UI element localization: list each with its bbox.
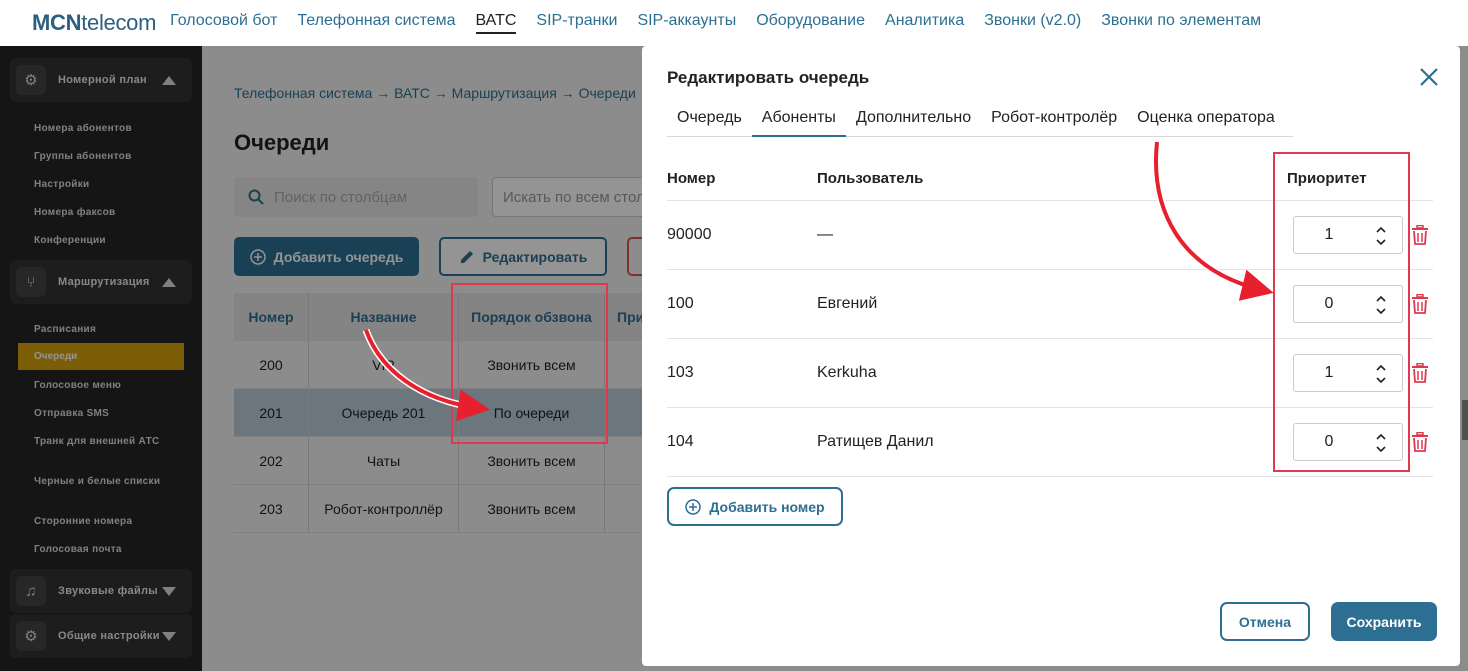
topnav-item-sip-trunks[interactable]: SIP-транки: [536, 12, 617, 34]
top-navigation: MCNtelecom Голосовой бот Телефонная сист…: [0, 0, 1468, 46]
cell-user: Kerkuha: [817, 364, 877, 381]
topnav-item-calls-by-elements[interactable]: Звонки по элементам: [1101, 12, 1261, 34]
topnav-menu: Голосовой бот Телефонная система ВАТС SI…: [170, 12, 1261, 34]
topnav-item-sip-accounts[interactable]: SIP-аккаунты: [637, 12, 736, 34]
brand-light: telecom: [81, 10, 157, 35]
topnav-item-telephony[interactable]: Телефонная система: [297, 12, 455, 34]
tab-robot-controller[interactable]: Робот-контролёр: [981, 103, 1127, 137]
topnav-item-calls-v2[interactable]: Звонки (v2.0): [984, 12, 1081, 34]
plus-circle-icon: [685, 498, 702, 515]
button-label: Добавить номер: [709, 498, 825, 515]
header-user: Пользователь: [817, 170, 924, 187]
cell-number: 103: [667, 364, 694, 381]
dialog-title: Редактировать очередь: [667, 68, 870, 87]
trash-icon[interactable]: [1411, 432, 1429, 452]
topnav-item-equipment[interactable]: Оборудование: [756, 12, 865, 34]
cell-number: 104: [667, 433, 694, 450]
save-button[interactable]: Сохранить: [1331, 602, 1437, 641]
brand-logo[interactable]: MCNtelecom: [32, 10, 156, 36]
cell-user: Евгений: [817, 295, 878, 312]
topnav-item-vats[interactable]: ВАТС: [475, 12, 517, 34]
brand-bold: MCN: [32, 10, 82, 35]
dialog-tabs: Очередь Абоненты Дополнительно Робот-кон…: [667, 103, 1293, 137]
cell-number: 90000: [667, 226, 712, 243]
cell-number: 100: [667, 295, 694, 312]
cell-user: Ратищев Данил: [817, 433, 934, 450]
edit-queue-dialog: Редактировать очередь Очередь Абоненты Д…: [642, 46, 1460, 666]
highlight-box-priority: [1273, 152, 1410, 472]
tab-additional[interactable]: Дополнительно: [846, 103, 981, 137]
header-number: Номер: [667, 170, 716, 187]
tab-operator-rating[interactable]: Оценка оператора: [1127, 103, 1285, 137]
cancel-button[interactable]: Отмена: [1220, 602, 1310, 641]
highlight-box-order: [451, 283, 608, 444]
topnav-item-analytics[interactable]: Аналитика: [885, 12, 964, 34]
trash-icon[interactable]: [1411, 363, 1429, 383]
topnav-item-voice-bot[interactable]: Голосовой бот: [170, 12, 277, 34]
cell-user: —: [817, 226, 833, 243]
tab-queue[interactable]: Очередь: [667, 103, 752, 137]
add-number-button[interactable]: Добавить номер: [667, 487, 843, 526]
tab-subscribers[interactable]: Абоненты: [751, 103, 846, 137]
trash-icon[interactable]: [1411, 294, 1429, 314]
trash-icon[interactable]: [1411, 225, 1429, 245]
close-icon[interactable]: [1418, 66, 1440, 88]
